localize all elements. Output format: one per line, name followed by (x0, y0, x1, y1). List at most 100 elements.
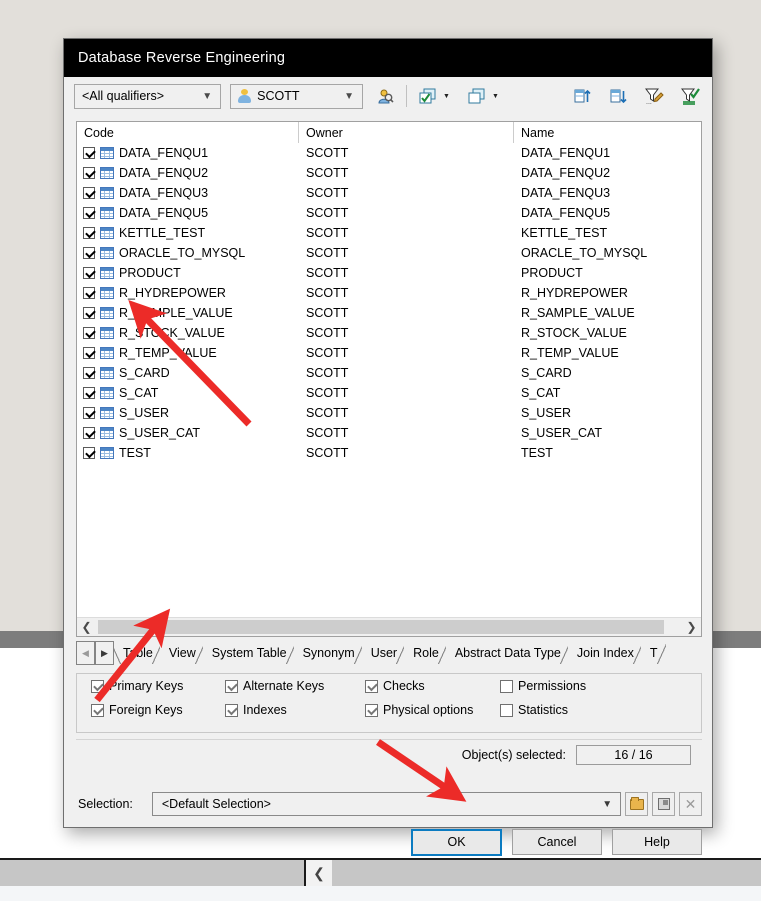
row-code-cell[interactable]: DATA_FENQU1 (77, 146, 299, 160)
row-code-cell[interactable]: R_TEMP_VALUE (77, 346, 299, 360)
option-checkbox[interactable] (91, 703, 104, 717)
tab-join-index[interactable]: Join Index (567, 641, 642, 664)
row-code-cell[interactable]: S_CARD (77, 366, 299, 380)
row-code-cell[interactable]: KETTLE_TEST (77, 226, 299, 240)
scroll-left-icon[interactable]: ❮ (77, 618, 96, 636)
table-row[interactable]: S_USER_CAT SCOTT S_USER_CAT (77, 423, 701, 443)
row-code-cell[interactable]: TEST (77, 446, 299, 460)
row-checkbox[interactable] (83, 187, 95, 199)
option-checks[interactable]: Checks (365, 679, 500, 693)
list-horizontal-scrollbar[interactable]: ❮ ❯ (77, 617, 701, 636)
user-filter-icon[interactable] (373, 84, 397, 108)
sort-descending-icon[interactable] (606, 84, 630, 108)
table-row[interactable]: TEST SCOTT TEST (77, 443, 701, 463)
table-row[interactable]: R_HYDREPOWER SCOTT R_HYDREPOWER (77, 283, 701, 303)
row-checkbox[interactable] (83, 147, 95, 159)
edit-filter-icon[interactable]: ... (642, 84, 666, 108)
table-row[interactable]: KETTLE_TEST SCOTT KETTLE_TEST (77, 223, 701, 243)
row-checkbox[interactable] (83, 207, 95, 219)
table-row[interactable]: R_STOCK_VALUE SCOTT R_STOCK_VALUE (77, 323, 701, 343)
row-code-cell[interactable]: R_SAMPLE_VALUE (77, 306, 299, 320)
tab-user[interactable]: User (361, 641, 406, 664)
table-row[interactable]: DATA_FENQU2 SCOTT DATA_FENQU2 (77, 163, 701, 183)
row-checkbox[interactable] (83, 387, 95, 399)
row-checkbox[interactable] (83, 227, 95, 239)
tab-view[interactable]: View (159, 641, 204, 664)
scrollbar-track[interactable] (96, 618, 682, 636)
column-header-owner[interactable]: Owner (299, 122, 514, 143)
table-row[interactable]: S_USER SCOTT S_USER (77, 403, 701, 423)
selection-dropdown[interactable]: <Default Selection> ▼ (151, 792, 622, 816)
row-code-cell[interactable]: DATA_FENQU3 (77, 186, 299, 200)
option-statistics[interactable]: Statistics (500, 703, 568, 717)
scroll-right-icon[interactable]: ❯ (682, 618, 701, 636)
table-row[interactable]: PRODUCT SCOTT PRODUCT (77, 263, 701, 283)
scrollbar-thumb[interactable] (98, 620, 664, 634)
row-checkbox[interactable] (83, 327, 95, 339)
selection-delete-button[interactable]: ✕ (679, 792, 703, 816)
deselect-all-dropdown-icon[interactable]: ▼ (489, 84, 502, 108)
row-checkbox[interactable] (83, 347, 95, 359)
option-checkbox[interactable] (500, 679, 513, 693)
option-checkbox[interactable] (365, 703, 378, 717)
row-checkbox[interactable] (83, 307, 95, 319)
apply-filter-icon[interactable] (678, 84, 702, 108)
option-primary-keys[interactable]: Primary Keys (91, 679, 225, 693)
table-row[interactable]: DATA_FENQU1 SCOTT DATA_FENQU1 (77, 143, 701, 163)
tab-synonym[interactable]: Synonym (293, 641, 363, 664)
cancel-button[interactable]: Cancel (512, 829, 602, 855)
table-row[interactable]: S_CARD SCOTT S_CARD (77, 363, 701, 383)
option-checkbox[interactable] (91, 679, 104, 693)
chevron-left-icon[interactable]: ❮ (306, 860, 332, 886)
option-checkbox[interactable] (365, 679, 378, 693)
selection-save-button[interactable] (652, 792, 676, 816)
selection-open-button[interactable] (625, 792, 649, 816)
ok-button[interactable]: OK (411, 828, 502, 856)
row-checkbox[interactable] (83, 367, 95, 379)
row-code-cell[interactable]: DATA_FENQU2 (77, 166, 299, 180)
select-all-dropdown-icon[interactable]: ▼ (440, 84, 453, 108)
row-code-cell[interactable]: PRODUCT (77, 266, 299, 280)
column-header-code[interactable]: Code (77, 122, 299, 143)
table-row[interactable]: DATA_FENQU5 SCOTT DATA_FENQU5 (77, 203, 701, 223)
row-code-cell[interactable]: ORACLE_TO_MYSQL (77, 246, 299, 260)
option-indexes[interactable]: Indexes (225, 703, 365, 717)
owner-dropdown[interactable]: SCOTT ▼ (230, 83, 363, 109)
tab-role[interactable]: Role (404, 641, 447, 664)
option-checkbox[interactable] (225, 703, 238, 717)
tab-system-table[interactable]: System Table (202, 641, 295, 664)
table-row[interactable]: R_TEMP_VALUE SCOTT R_TEMP_VALUE (77, 343, 701, 363)
help-button[interactable]: Help (612, 829, 702, 855)
option-permissions[interactable]: Permissions (500, 679, 586, 693)
object-type-tabs[interactable]: ◀ ▶ Table View System Table Synonym User Role… (76, 641, 702, 665)
table-row[interactable]: ORACLE_TO_MYSQL SCOTT ORACLE_TO_MYSQL (77, 243, 701, 263)
tab-t[interactable]: T (640, 641, 666, 664)
tab-table[interactable]: Table (114, 641, 161, 664)
option-physical-options[interactable]: Physical options (365, 703, 500, 717)
select-all-icon[interactable] (416, 84, 440, 108)
table-row[interactable]: DATA_FENQU3 SCOTT DATA_FENQU3 (77, 183, 701, 203)
row-code-cell[interactable]: R_HYDREPOWER (77, 286, 299, 300)
option-alternate-keys[interactable]: Alternate Keys (225, 679, 365, 693)
object-list[interactable]: Code Owner Name DATA_FENQU1 SCOTT DATA_FEN… (76, 121, 702, 637)
deselect-all-icon[interactable] (465, 84, 489, 108)
row-code-cell[interactable]: R_STOCK_VALUE (77, 326, 299, 340)
tab-scroll-left-icon[interactable]: ◀ (76, 641, 95, 665)
row-code-cell[interactable]: S_CAT (77, 386, 299, 400)
row-checkbox[interactable] (83, 167, 95, 179)
tab-abstract-data-type[interactable]: Abstract Data Type (445, 641, 569, 664)
row-code-cell[interactable]: S_USER_CAT (77, 426, 299, 440)
row-checkbox[interactable] (83, 407, 95, 419)
option-checkbox[interactable] (225, 679, 238, 693)
row-checkbox[interactable] (83, 287, 95, 299)
row-code-cell[interactable]: DATA_FENQU5 (77, 206, 299, 220)
table-row[interactable]: S_CAT SCOTT S_CAT (77, 383, 701, 403)
row-checkbox[interactable] (83, 447, 95, 459)
row-checkbox[interactable] (83, 427, 95, 439)
qualifier-dropdown[interactable]: <All qualifiers> ▼ (74, 83, 222, 109)
row-checkbox[interactable] (83, 267, 95, 279)
option-checkbox[interactable] (500, 703, 513, 717)
row-checkbox[interactable] (83, 247, 95, 259)
tab-scroll-right-icon[interactable]: ▶ (95, 641, 114, 665)
column-header-name[interactable]: Name (514, 122, 701, 143)
